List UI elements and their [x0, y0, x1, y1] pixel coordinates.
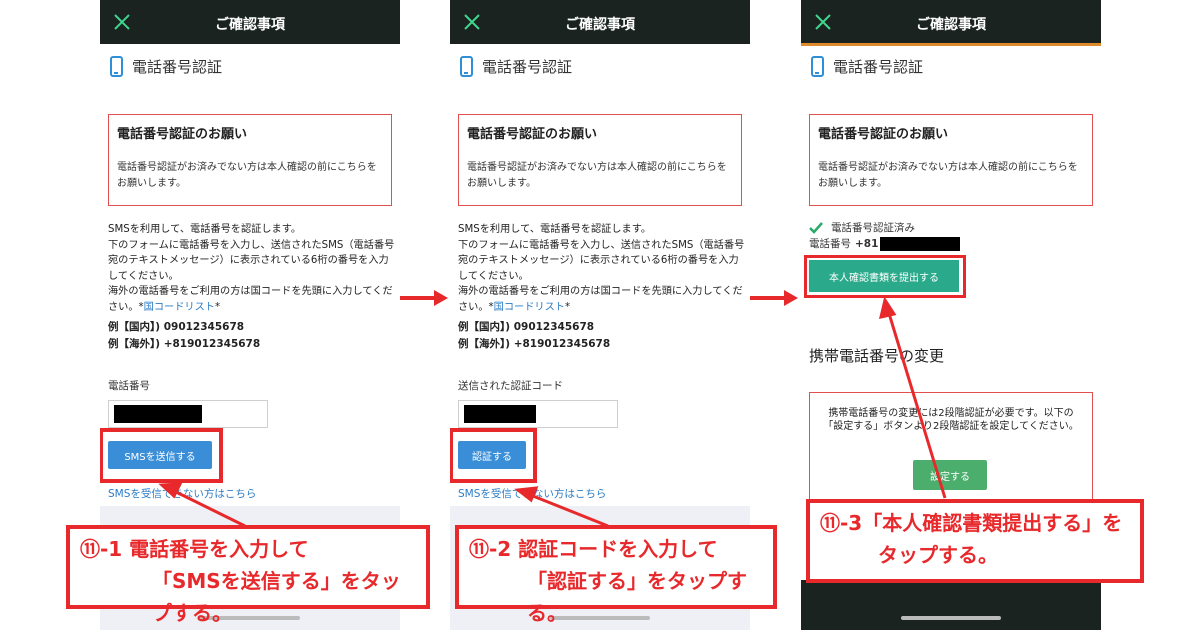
callout-line: ⑪-2 認証コードを入力して: [469, 537, 718, 561]
callout-step-1: ⑪-1 電話番号を入力して 「SMSを送信する」をタップする。: [66, 525, 430, 625]
callout-step-2: ⑪-2 認証コードを入力して 「認証する」をタップする。: [455, 525, 777, 625]
callout-line: 「SMSを送信する」をタップする。: [152, 569, 401, 625]
tutorial-canvas: ご確認事項 電話番号認証 電話番号認証のお願い 電話番号認証がお済みでない方は本…: [0, 0, 1200, 630]
callout-line: ⑪-1 電話番号を入力して: [80, 537, 309, 561]
callout-step-3: ⑪-3「本人確認書類提出する」を タップする。: [806, 499, 1144, 583]
callout-line: ⑪-3「本人確認書類提出する」を: [820, 511, 1123, 535]
callout-line: 「認証する」をタップする。: [527, 569, 747, 625]
callout-line: タップする。: [878, 543, 998, 567]
